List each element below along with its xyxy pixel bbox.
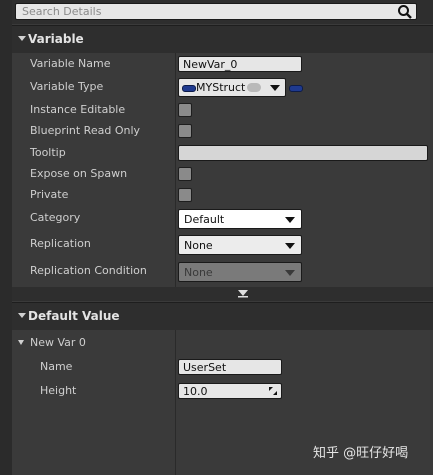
struct-blur-icon [247,83,261,92]
struct-pill-icon [182,85,196,92]
search-input[interactable] [18,4,406,19]
variable-section-title: Variable [28,32,84,46]
search-icon[interactable] [397,4,413,20]
row-tooltip: Tooltip [12,142,433,164]
variable-type-value: MYStruct [196,81,246,94]
struct-label: New Var 0 [30,336,86,349]
advanced-expand-strip[interactable] [12,287,433,301]
row-variable-name: Variable Name NewVar_0 [12,53,433,75]
expose-on-spawn-label: Expose on Spawn [30,167,128,180]
instance-editable-checkbox[interactable] [178,103,192,117]
row-replication-condition: Replication Condition None [12,260,433,282]
variable-section-header[interactable]: Variable [12,25,433,53]
row-instance-editable: Instance Editable [12,99,433,121]
expose-on-spawn-checkbox[interactable] [178,167,192,181]
private-checkbox[interactable] [178,188,192,202]
expand-advanced-icon[interactable] [238,290,248,298]
replication-value: None [184,239,213,252]
left-edge-strip [0,0,12,475]
struct-name-field[interactable]: UserSet [178,359,282,375]
collapse-arrow-icon[interactable] [18,340,24,345]
variable-name-label: Variable Name [30,57,111,70]
tooltip-field[interactable] [178,145,428,161]
tooltip-label: Tooltip [30,146,66,159]
struct-height-value: 10.0 [183,385,208,398]
resize-drag-icon[interactable] [269,387,277,395]
collapse-arrow-icon[interactable] [18,313,26,318]
details-panel: Variable Variable Name NewVar_0 Variable… [12,0,433,475]
replication-label: Replication [30,237,91,250]
chevron-down-icon[interactable] [270,85,280,91]
struct-height-field[interactable]: 10.0 [178,383,282,399]
row-category: Category Default [12,207,433,229]
watermark-text: 知乎 @旺仔好喝 [313,446,409,461]
chevron-down-icon [285,217,295,223]
replication-condition-value: None [184,266,213,279]
container-type-pill-icon[interactable] [289,85,303,92]
blueprint-read-only-checkbox[interactable] [178,124,192,138]
row-expose-on-spawn: Expose on Spawn [12,163,433,185]
collapse-arrow-icon[interactable] [18,36,26,41]
variable-name-field[interactable]: NewVar_0 [178,56,302,72]
row-struct-new-var[interactable]: New Var 0 [12,332,433,354]
row-blueprint-read-only: Blueprint Read Only [12,120,433,142]
variable-type-picker[interactable]: MYStruct [178,78,286,97]
blueprint-read-only-label: Blueprint Read Only [30,124,141,137]
chevron-down-icon [285,270,295,276]
replication-condition-label: Replication Condition [30,264,147,277]
category-value: Default [184,213,225,226]
default-value-section-title: Default Value [28,309,120,323]
struct-name-label: Name [40,360,73,373]
row-private: Private [12,184,433,206]
struct-height-label: Height [40,384,77,397]
default-value-section-header[interactable]: Default Value [12,302,433,330]
category-dropdown[interactable]: Default [178,209,302,229]
row-replication: Replication None [12,233,433,255]
row-struct-height: Height 10.0 [12,380,433,402]
search-bar [12,0,433,24]
row-struct-name: Name UserSet [12,356,433,378]
search-box [15,3,417,20]
variable-type-label: Variable Type [30,80,104,93]
chevron-down-icon [285,243,295,249]
replication-condition-dropdown: None [178,262,302,282]
replication-dropdown[interactable]: None [178,235,302,255]
instance-editable-label: Instance Editable [30,103,126,116]
category-label: Category [30,211,81,224]
private-label: Private [30,188,69,201]
